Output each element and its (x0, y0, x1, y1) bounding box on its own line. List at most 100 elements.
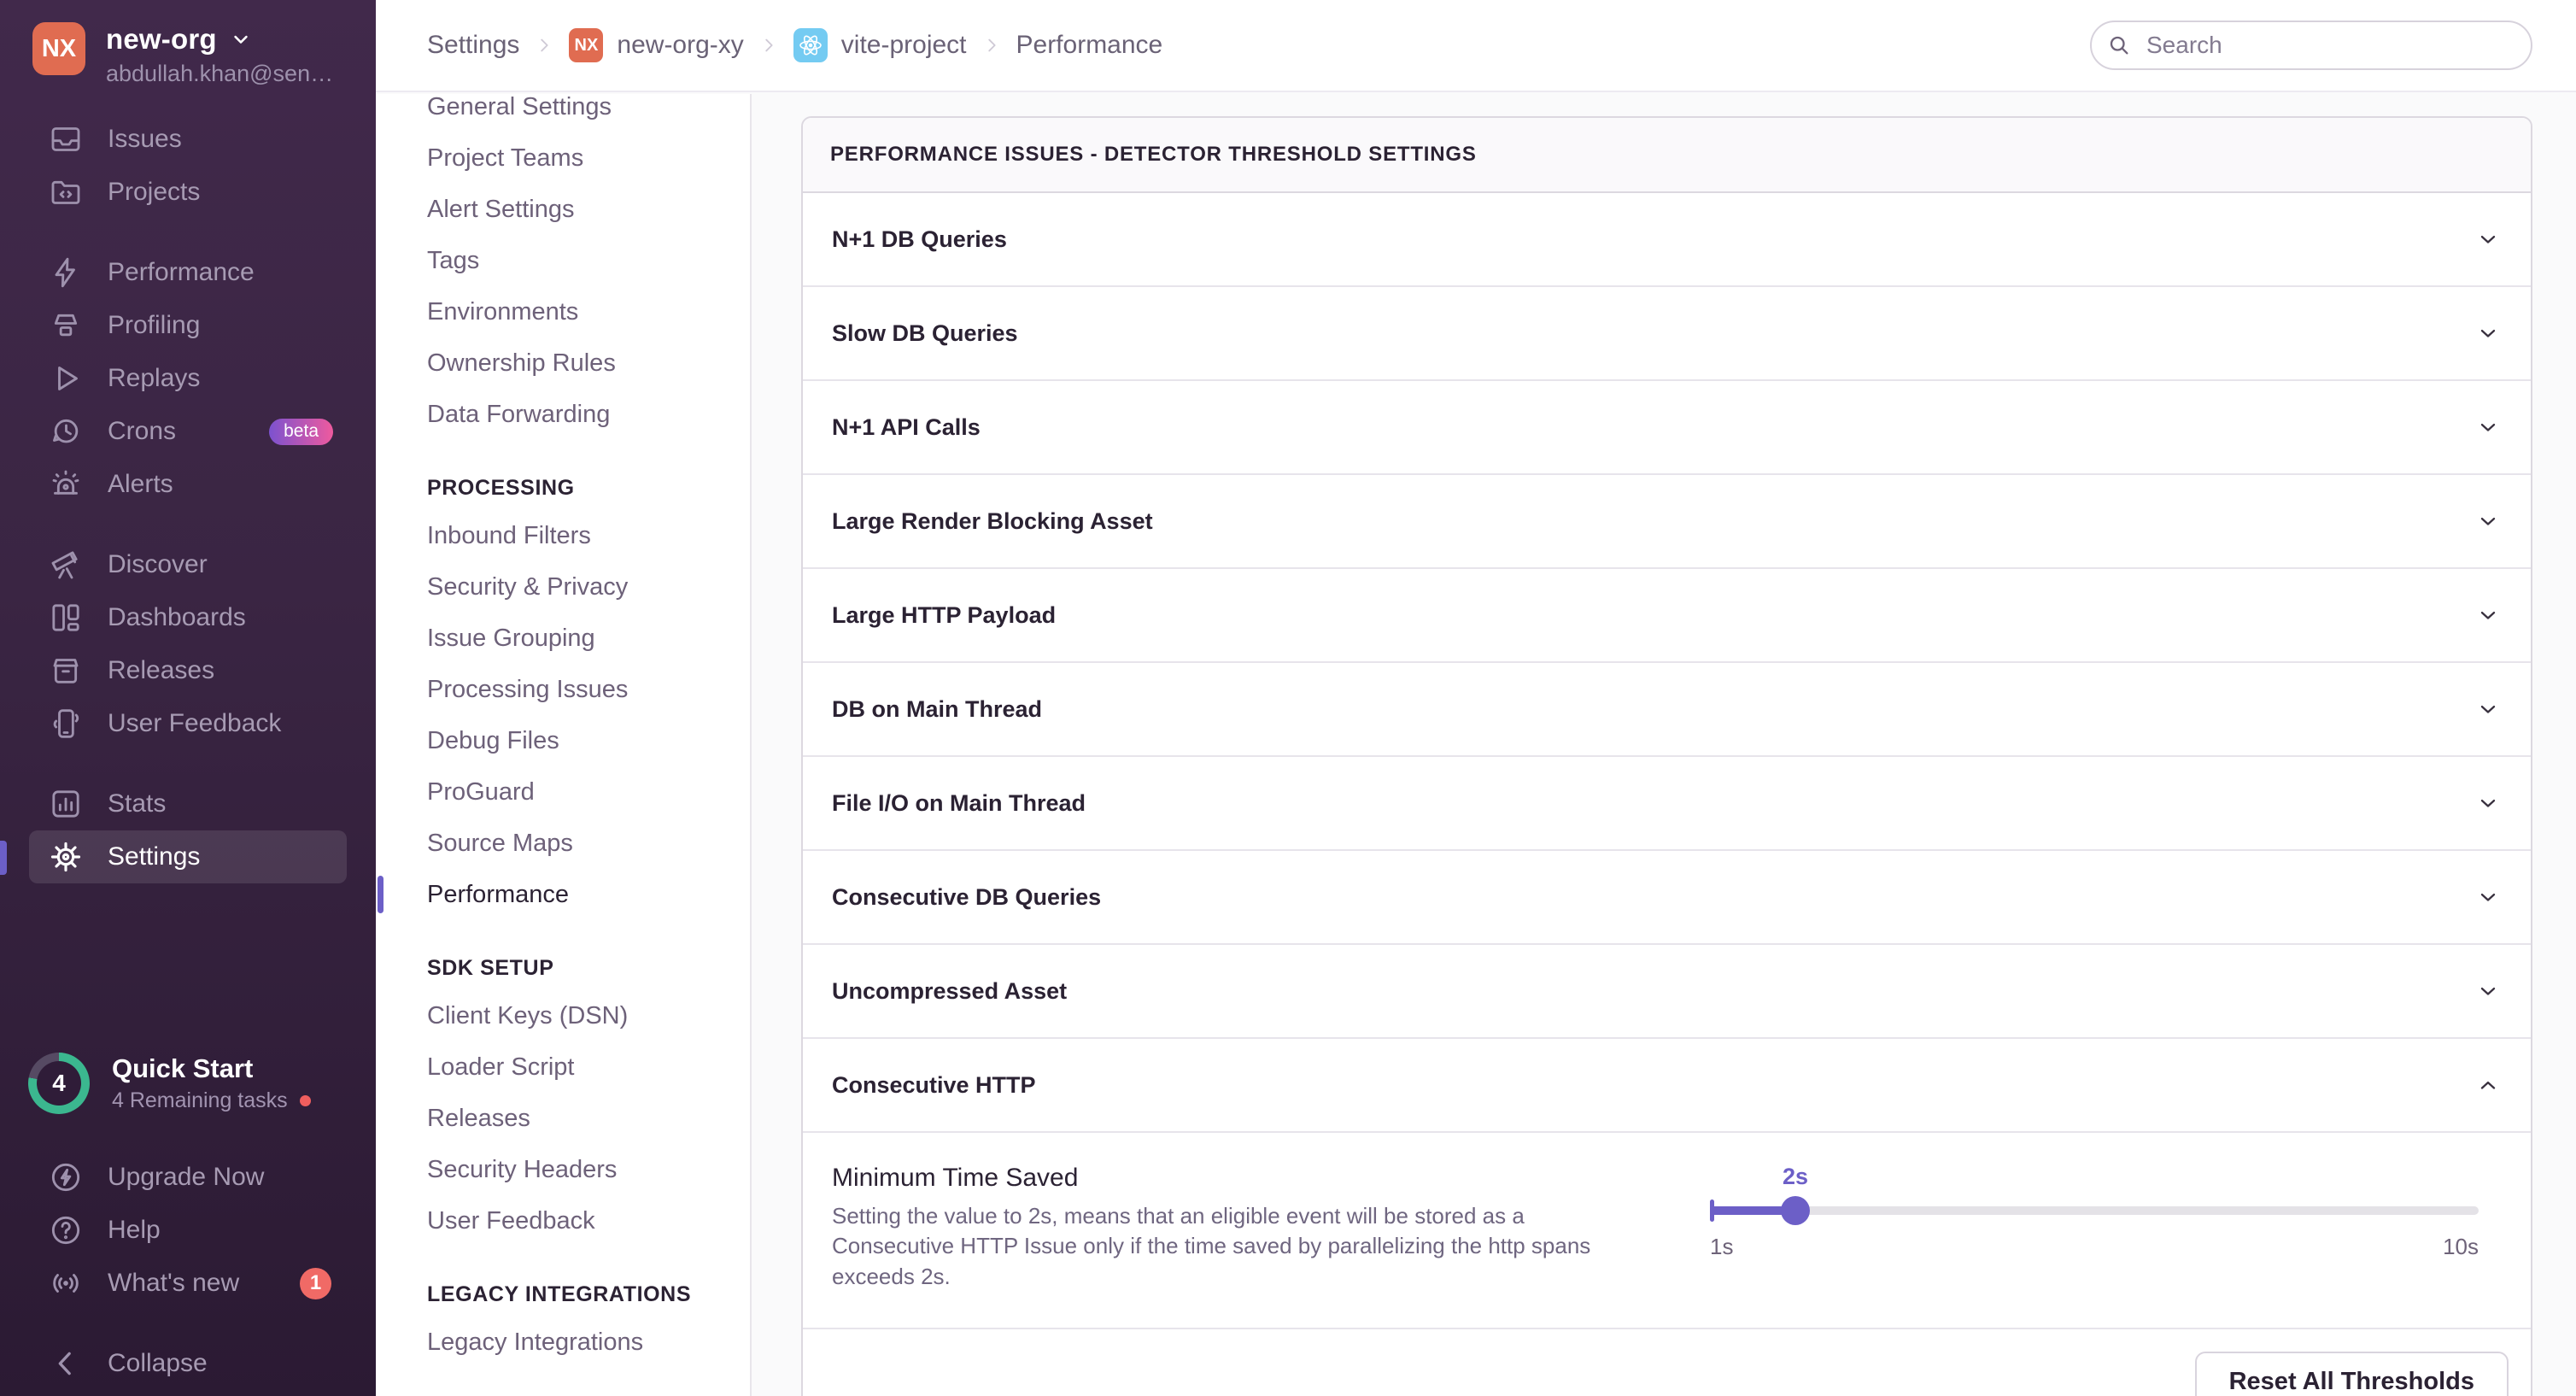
sidebar-item-help[interactable]: Help (0, 1204, 376, 1257)
slider-thumb[interactable] (1781, 1196, 1810, 1225)
settings-nav-header-sdk-setup: SDK SETUP (376, 946, 750, 990)
search-box (2090, 21, 2532, 70)
settings-nav-item-client-keys[interactable]: Client Keys (DSN) (376, 990, 750, 1041)
quick-start-widget[interactable]: 4 Quick Start 4 Remaining tasks (28, 1053, 367, 1114)
chevron-right-icon (759, 36, 778, 55)
org-switcher[interactable]: NX new-org abdullah.khan@sen… (32, 22, 364, 87)
issues-icon (48, 122, 84, 156)
accordion-row-db-on-main-thread[interactable]: DB on Main Thread (803, 663, 2531, 757)
sidebar-item-label: Help (108, 1216, 161, 1245)
discover-icon (48, 548, 84, 582)
sidebar-item-label: Alerts (108, 470, 173, 499)
chevron-right-icon (535, 36, 553, 55)
breadcrumb-project[interactable]: vite-project (841, 31, 967, 60)
settings-nav-item-performance[interactable]: Performance (376, 869, 750, 920)
chevron-down-icon (2476, 885, 2500, 909)
settings-nav-item-data-forwarding[interactable]: Data Forwarding (376, 389, 750, 440)
sidebar-item-label: Dashboards (108, 603, 246, 632)
chevron-left-icon (48, 1346, 84, 1381)
sidebar-item-crons[interactable]: Crons beta (0, 405, 376, 458)
sidebar-item-user-feedback[interactable]: User Feedback (0, 697, 376, 750)
settings-nav-item-source-maps[interactable]: Source Maps (376, 818, 750, 869)
sidebar-item-whats-new[interactable]: What's new 1 (0, 1257, 376, 1310)
slider-value-label: 2s (1783, 1164, 1808, 1190)
settings-nav-item-alert-settings[interactable]: Alert Settings (376, 184, 750, 235)
accordion-row-large-http-payload[interactable]: Large HTTP Payload (803, 569, 2531, 663)
chevron-down-icon (2476, 415, 2500, 439)
sidebar-item-releases[interactable]: Releases (0, 644, 376, 697)
accordion-row-label: DB on Main Thread (832, 696, 1042, 723)
accordion-row-label: Consecutive DB Queries (832, 884, 1101, 911)
settings-nav-item-security-privacy[interactable]: Security & Privacy (376, 561, 750, 613)
accordion-row-label: Uncompressed Asset (832, 978, 1067, 1005)
sidebar-item-profiling[interactable]: Profiling (0, 299, 376, 352)
accordion-row-n1-db-queries[interactable]: N+1 DB Queries (803, 193, 2531, 287)
sidebar-item-label: Upgrade Now (108, 1163, 264, 1192)
sidebar-item-upgrade-now[interactable]: Upgrade Now (0, 1151, 376, 1204)
accordion-row-consecutive-db-queries[interactable]: Consecutive DB Queries (803, 851, 2531, 945)
chevron-right-icon (982, 36, 1001, 55)
notification-dot (300, 1095, 311, 1106)
org-text: new-org abdullah.khan@sen… (106, 22, 333, 87)
accordion-row-large-render-blocking-asset[interactable]: Large Render Blocking Asset (803, 475, 2531, 569)
breadcrumb-organization[interactable]: new-org-xy (617, 31, 743, 60)
active-nav-accent-bar (0, 841, 7, 875)
settings-nav-item-general-settings[interactable]: General Settings (376, 94, 750, 132)
settings-nav-item-user-feedback[interactable]: User Feedback (376, 1195, 750, 1246)
sidebar-item-settings[interactable]: Settings (29, 830, 347, 883)
user-feedback-icon (48, 707, 84, 741)
reset-all-thresholds-button[interactable]: Reset All Thresholds (2195, 1352, 2509, 1396)
sidebar-item-alerts[interactable]: Alerts (0, 458, 376, 511)
settings-nav-item-project-teams[interactable]: Project Teams (376, 132, 750, 184)
react-project-icon[interactable] (793, 28, 828, 62)
sidebar-item-label: Profiling (108, 311, 200, 340)
gear-icon (48, 840, 84, 874)
search-icon (2107, 33, 2131, 57)
sidebar-item-replays[interactable]: Replays (0, 352, 376, 405)
sidebar-item-projects[interactable]: Projects (0, 166, 376, 219)
breadcrumb-settings[interactable]: Settings (427, 31, 519, 60)
sidebar-collapse-button[interactable]: Collapse (0, 1337, 376, 1390)
settings-nav-item-legacy-integrations[interactable]: Legacy Integrations (376, 1317, 750, 1368)
sidebar-item-label: What's new (108, 1269, 239, 1298)
org-badge[interactable]: NX (569, 28, 603, 62)
beta-badge: beta (269, 419, 333, 445)
help-icon (48, 1213, 84, 1247)
accordion-row-file-io-on-main-thread[interactable]: File I/O on Main Thread (803, 757, 2531, 851)
search-input[interactable] (2090, 21, 2532, 70)
accordion-row-n1-api-calls[interactable]: N+1 API Calls (803, 381, 2531, 475)
accordion-row-consecutive-http[interactable]: Consecutive HTTP (803, 1039, 2531, 1133)
chevron-down-icon (2476, 697, 2500, 721)
settings-nav-item-processing-issues[interactable]: Processing Issues (376, 664, 750, 715)
settings-nav-item-inbound-filters[interactable]: Inbound Filters (376, 510, 750, 561)
slider-min-label: 1s (1710, 1234, 1733, 1260)
slider-track[interactable] (1710, 1206, 2479, 1215)
settings-nav-item-ownership-rules[interactable]: Ownership Rules (376, 337, 750, 389)
sidebar-item-issues[interactable]: Issues (0, 113, 376, 166)
chevron-down-icon (2476, 979, 2500, 1003)
sidebar-item-performance[interactable]: Performance (0, 246, 376, 299)
accordion-row-label: File I/O on Main Thread (832, 790, 1086, 817)
sidebar: NX new-org abdullah.khan@sen… Issues Pro… (0, 0, 376, 1396)
accordion-row-slow-db-queries[interactable]: Slow DB Queries (803, 287, 2531, 381)
settings-nav-item-proguard[interactable]: ProGuard (376, 766, 750, 818)
settings-nav-item-environments[interactable]: Environments (376, 286, 750, 337)
projects-icon (48, 175, 84, 209)
sidebar-item-stats[interactable]: Stats (0, 777, 376, 830)
settings-nav-item-releases[interactable]: Releases (376, 1093, 750, 1144)
settings-nav: General Settings Project Teams Alert Set… (376, 94, 752, 1396)
alerts-icon (48, 467, 84, 502)
settings-nav-item-debug-files[interactable]: Debug Files (376, 715, 750, 766)
org-avatar: NX (32, 22, 85, 75)
settings-nav-item-tags[interactable]: Tags (376, 235, 750, 286)
sidebar-item-discover[interactable]: Discover (0, 538, 376, 591)
settings-nav-item-loader-script[interactable]: Loader Script (376, 1041, 750, 1093)
chevron-down-icon (2476, 227, 2500, 251)
sidebar-item-label: Performance (108, 258, 255, 287)
chevron-down-icon (229, 27, 253, 51)
accordion-row-uncompressed-asset[interactable]: Uncompressed Asset (803, 945, 2531, 1039)
sidebar-item-dashboards[interactable]: Dashboards (0, 591, 376, 644)
settings-nav-item-security-headers[interactable]: Security Headers (376, 1144, 750, 1195)
settings-nav-item-issue-grouping[interactable]: Issue Grouping (376, 613, 750, 664)
accordion-row-label: N+1 API Calls (832, 414, 981, 441)
